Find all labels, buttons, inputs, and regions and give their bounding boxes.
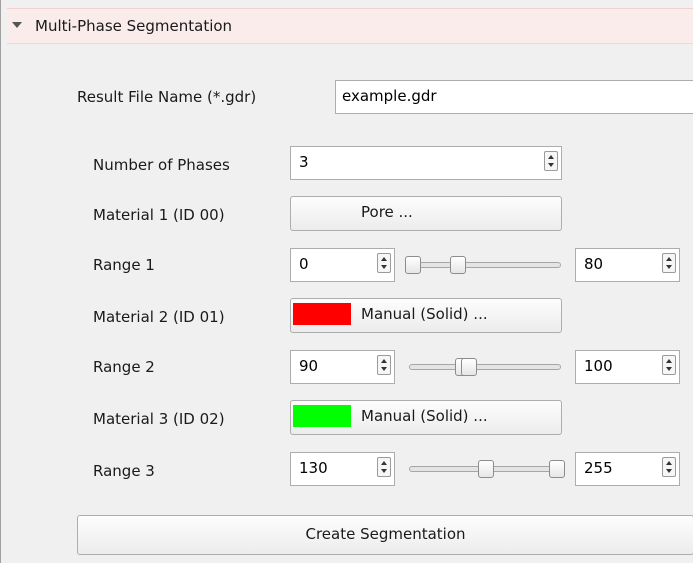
- material-1-button-label: Pore ...: [361, 203, 413, 221]
- range-3-min-value: 130: [299, 459, 328, 477]
- range-1-slider[interactable]: [405, 255, 565, 275]
- material-2-label: Material 2 (ID 01): [93, 308, 225, 326]
- range-3-max-value: 255: [584, 459, 613, 477]
- material-2-button-label: Manual (Solid) ...: [361, 305, 488, 323]
- range-1-high-handle[interactable]: [450, 256, 466, 274]
- spin-arrows-icon[interactable]: [377, 457, 391, 477]
- range-2-min-spinbox[interactable]: 90: [290, 350, 395, 384]
- range-3-slider[interactable]: [405, 459, 565, 479]
- range-1-min-spinbox[interactable]: 0: [290, 248, 395, 282]
- section-header[interactable]: Multi-Phase Segmentation: [7, 8, 693, 44]
- material-3-color-swatch: [293, 405, 351, 427]
- range-1-min-value: 0: [299, 255, 309, 273]
- range-2-max-value: 100: [584, 357, 613, 375]
- section-title: Multi-Phase Segmentation: [35, 17, 233, 35]
- material-2-color-swatch: [293, 303, 351, 325]
- material-1-label: Material 1 (ID 00): [93, 206, 225, 224]
- range-2-min-value: 90: [299, 357, 319, 375]
- range-3-max-spinbox[interactable]: 255: [575, 452, 680, 486]
- spin-arrows-icon[interactable]: [662, 355, 676, 375]
- spin-arrows-icon[interactable]: [544, 151, 558, 171]
- create-segmentation-label: Create Segmentation: [305, 525, 466, 543]
- spin-arrows-icon[interactable]: [377, 355, 391, 375]
- range-3-min-spinbox[interactable]: 130: [290, 452, 395, 486]
- range-3-low-handle[interactable]: [478, 460, 494, 478]
- phases-spinbox[interactable]: 3: [290, 146, 562, 180]
- range-3-label: Range 3: [93, 462, 155, 480]
- range-1-max-spinbox[interactable]: 80: [575, 248, 680, 282]
- range-2-high-handle[interactable]: [461, 358, 477, 376]
- material-3-button[interactable]: Manual (Solid) ...: [290, 400, 562, 435]
- material-1-button[interactable]: Pore ...: [290, 196, 562, 231]
- spin-arrows-icon[interactable]: [662, 457, 676, 477]
- range-3-high-handle[interactable]: [549, 460, 565, 478]
- segmentation-panel: Multi-Phase Segmentation Result File Nam…: [0, 0, 693, 563]
- create-segmentation-button[interactable]: Create Segmentation: [77, 515, 693, 555]
- slider-track: [409, 262, 561, 268]
- range-1-max-value: 80: [584, 255, 604, 273]
- material-2-button[interactable]: Manual (Solid) ...: [290, 298, 562, 333]
- phases-label: Number of Phases: [93, 156, 230, 174]
- material-3-button-label: Manual (Solid) ...: [361, 407, 488, 425]
- spin-arrows-icon[interactable]: [662, 253, 676, 273]
- phases-value: 3: [299, 153, 309, 171]
- range-2-label: Range 2: [93, 358, 155, 376]
- result-file-label: Result File Name (*.gdr): [77, 88, 257, 106]
- range-2-slider[interactable]: [405, 357, 565, 377]
- range-1-label: Range 1: [93, 256, 155, 274]
- result-file-input[interactable]: example.gdr: [335, 80, 693, 114]
- range-1-low-handle[interactable]: [405, 256, 421, 274]
- material-3-label: Material 3 (ID 02): [93, 410, 225, 428]
- range-2-max-spinbox[interactable]: 100: [575, 350, 680, 384]
- collapse-arrow-icon[interactable]: [12, 22, 22, 28]
- slider-track: [409, 364, 561, 370]
- spin-arrows-icon[interactable]: [377, 253, 391, 273]
